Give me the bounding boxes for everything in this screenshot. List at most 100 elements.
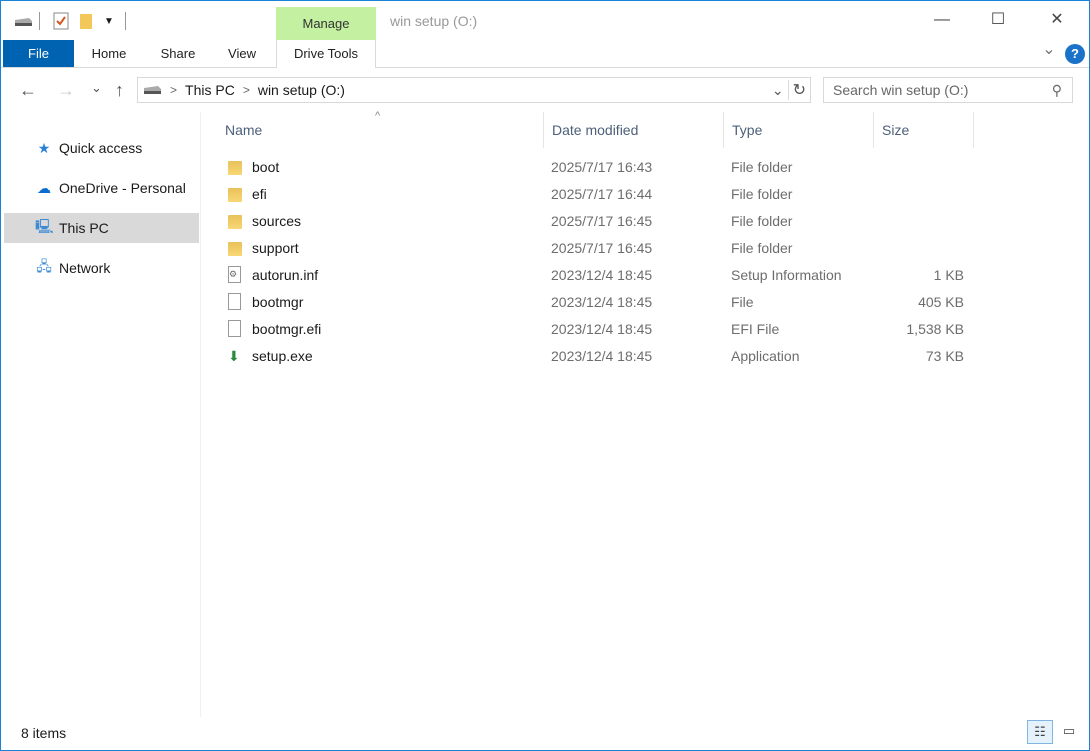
tab-file[interactable]: File bbox=[3, 40, 74, 67]
sidebar-item-label: OneDrive - Personal bbox=[59, 180, 186, 196]
drive-icon bbox=[142, 82, 162, 98]
tab-drive-tools[interactable]: Drive Tools bbox=[276, 40, 376, 68]
breadcrumb-drive[interactable]: win setup (O:) bbox=[258, 82, 345, 98]
status-item-count: 8 items bbox=[21, 725, 67, 741]
customize-toolbar-icon[interactable]: ▼ bbox=[104, 9, 114, 33]
file-name: setup.exe bbox=[252, 348, 313, 364]
file-size: 1 KB bbox=[933, 267, 964, 283]
tab-view[interactable]: View bbox=[219, 40, 265, 67]
sidebar-item-label: Quick access bbox=[59, 140, 143, 156]
chevron-right-icon: > bbox=[170, 83, 178, 97]
file-row[interactable]: ⬇ setup.exe 2023/12/4 18:45 Application 73 K… bbox=[222, 343, 982, 370]
new-folder-icon[interactable] bbox=[80, 9, 92, 33]
file-date: 2023/12/4 18:45 bbox=[551, 267, 653, 283]
cloud-icon: ☁ bbox=[37, 179, 51, 196]
file-row[interactable]: boot 2025/7/17 16:43 File folder bbox=[222, 154, 982, 181]
search-input[interactable]: Search win setup (O:) ⚲ bbox=[823, 77, 1073, 103]
folder-icon bbox=[228, 242, 242, 256]
properties-icon[interactable] bbox=[53, 9, 69, 33]
file-date: 2023/12/4 18:45 bbox=[551, 348, 653, 364]
file-type: Setup Information bbox=[731, 267, 842, 283]
star-icon: ★ bbox=[37, 139, 51, 156]
ribbon: File Home Share View Drive Tools ⌄ ? bbox=[1, 40, 1089, 68]
navigation-bar: ← → ⌄ ↑ > This PC > win setup (O:) ⌄ ↻ S… bbox=[1, 68, 1089, 112]
refresh-button[interactable]: ↻ bbox=[787, 80, 810, 100]
column-header-type[interactable]: Type bbox=[724, 112, 874, 148]
sidebar-item-network[interactable]: 🖧 Network bbox=[4, 253, 199, 283]
computer-icon: 🖳 bbox=[35, 218, 54, 234]
large-icons-view-button[interactable]: ▭ bbox=[1056, 720, 1082, 744]
sidebar-item-onedrive[interactable]: ☁ OneDrive - Personal bbox=[4, 173, 199, 203]
address-dropdown-icon[interactable]: ⌄ bbox=[768, 82, 788, 99]
column-header-name[interactable]: Name bbox=[217, 112, 544, 148]
file-row[interactable]: support 2025/7/17 16:45 File folder bbox=[222, 235, 982, 262]
file-row[interactable]: bootmgr.efi 2023/12/4 18:45 EFI File 1,538 … bbox=[222, 316, 982, 343]
file-type: File folder bbox=[731, 159, 793, 175]
file-type: File folder bbox=[731, 186, 793, 202]
title-bar: ▼ Manage win setup (O:) — ☐ ✕ bbox=[1, 1, 1089, 41]
file-name: efi bbox=[252, 186, 267, 202]
chevron-right-icon: > bbox=[242, 83, 250, 97]
file-row[interactable]: efi 2025/7/17 16:44 File folder bbox=[222, 181, 982, 208]
file-type: File folder bbox=[731, 240, 793, 256]
file-date: 2025/7/17 16:45 bbox=[551, 240, 653, 256]
file-name: boot bbox=[252, 159, 280, 175]
column-header-date[interactable]: Date modified bbox=[544, 112, 724, 148]
sidebar-item-this-pc[interactable]: 🖳 This PC bbox=[4, 213, 199, 243]
search-icon: ⚲ bbox=[1051, 82, 1062, 98]
file-type: Application bbox=[731, 348, 800, 364]
file-row[interactable]: bootmgr 2023/12/4 18:45 File 405 KB bbox=[222, 289, 982, 316]
navigation-pane: ★ Quick access ☁ OneDrive - Personal 🖳 This… bbox=[1, 112, 201, 717]
file-date: 2023/12/4 18:45 bbox=[551, 294, 653, 310]
file-icon bbox=[228, 320, 241, 337]
address-bar[interactable]: > This PC > win setup (O:) ⌄ ↻ bbox=[137, 77, 811, 103]
file-list: ^ Name Date modified Type Size boot 2025/… bbox=[202, 110, 1089, 717]
file-date: 2025/7/17 16:44 bbox=[551, 186, 653, 202]
file-row[interactable]: sources 2025/7/17 16:45 File folder bbox=[222, 208, 982, 235]
window-title: win setup (O:) bbox=[390, 13, 478, 29]
network-icon: 🖧 bbox=[36, 258, 52, 274]
file-size: 405 KB bbox=[918, 294, 964, 310]
folder-icon bbox=[228, 215, 242, 229]
file-name: bootmgr.efi bbox=[252, 321, 322, 337]
drive-icon bbox=[13, 9, 33, 33]
folder-icon bbox=[228, 188, 242, 202]
file-size: 73 KB bbox=[925, 348, 964, 364]
sidebar-item-label: This PC bbox=[59, 220, 109, 236]
back-button[interactable]: ← bbox=[19, 80, 37, 101]
file-name: support bbox=[252, 240, 299, 256]
column-header-size[interactable]: Size bbox=[874, 112, 974, 148]
file-size: 1,538 KB bbox=[906, 321, 964, 337]
file-explorer-window: ▼ Manage win setup (O:) — ☐ ✕ File Home … bbox=[0, 0, 1090, 751]
file-date: 2025/7/17 16:43 bbox=[551, 159, 653, 175]
help-icon[interactable]: ? bbox=[1065, 44, 1085, 64]
file-type: File bbox=[731, 294, 754, 310]
tab-home[interactable]: Home bbox=[81, 40, 137, 67]
close-button[interactable]: ✕ bbox=[1034, 5, 1080, 35]
setup-app-icon: ⬇ bbox=[228, 348, 240, 364]
file-type: File folder bbox=[731, 213, 793, 229]
folder-icon bbox=[228, 161, 242, 175]
search-placeholder: Search win setup (O:) bbox=[833, 82, 969, 98]
tab-share[interactable]: Share bbox=[151, 40, 205, 67]
recent-locations-button[interactable]: ⌄ bbox=[91, 80, 102, 96]
file-icon bbox=[228, 293, 241, 310]
expand-ribbon-chevron-icon[interactable]: ⌄ bbox=[1039, 40, 1059, 67]
file-date: 2023/12/4 18:45 bbox=[551, 321, 653, 337]
file-name: bootmgr bbox=[252, 294, 304, 310]
maximize-button[interactable]: ☐ bbox=[975, 5, 1021, 35]
breadcrumb-this-pc[interactable]: This PC bbox=[185, 82, 235, 98]
sidebar-item-quick-access[interactable]: ★ Quick access bbox=[4, 133, 199, 163]
sidebar-item-label: Network bbox=[59, 260, 111, 276]
file-date: 2025/7/17 16:45 bbox=[551, 213, 653, 229]
file-name: sources bbox=[252, 213, 302, 229]
up-button[interactable]: ↑ bbox=[115, 80, 124, 101]
file-name: autorun.inf bbox=[252, 267, 319, 283]
file-type: EFI File bbox=[731, 321, 780, 337]
minimize-button[interactable]: — bbox=[919, 5, 965, 35]
manage-context-tab[interactable]: Manage bbox=[276, 7, 376, 40]
forward-button[interactable]: → bbox=[57, 80, 75, 101]
file-row[interactable]: ⚙ autorun.inf 2023/12/4 18:45 Setup Informa… bbox=[222, 262, 982, 289]
details-view-button[interactable]: ☷ bbox=[1027, 720, 1053, 744]
settings-file-icon: ⚙ bbox=[228, 266, 241, 283]
